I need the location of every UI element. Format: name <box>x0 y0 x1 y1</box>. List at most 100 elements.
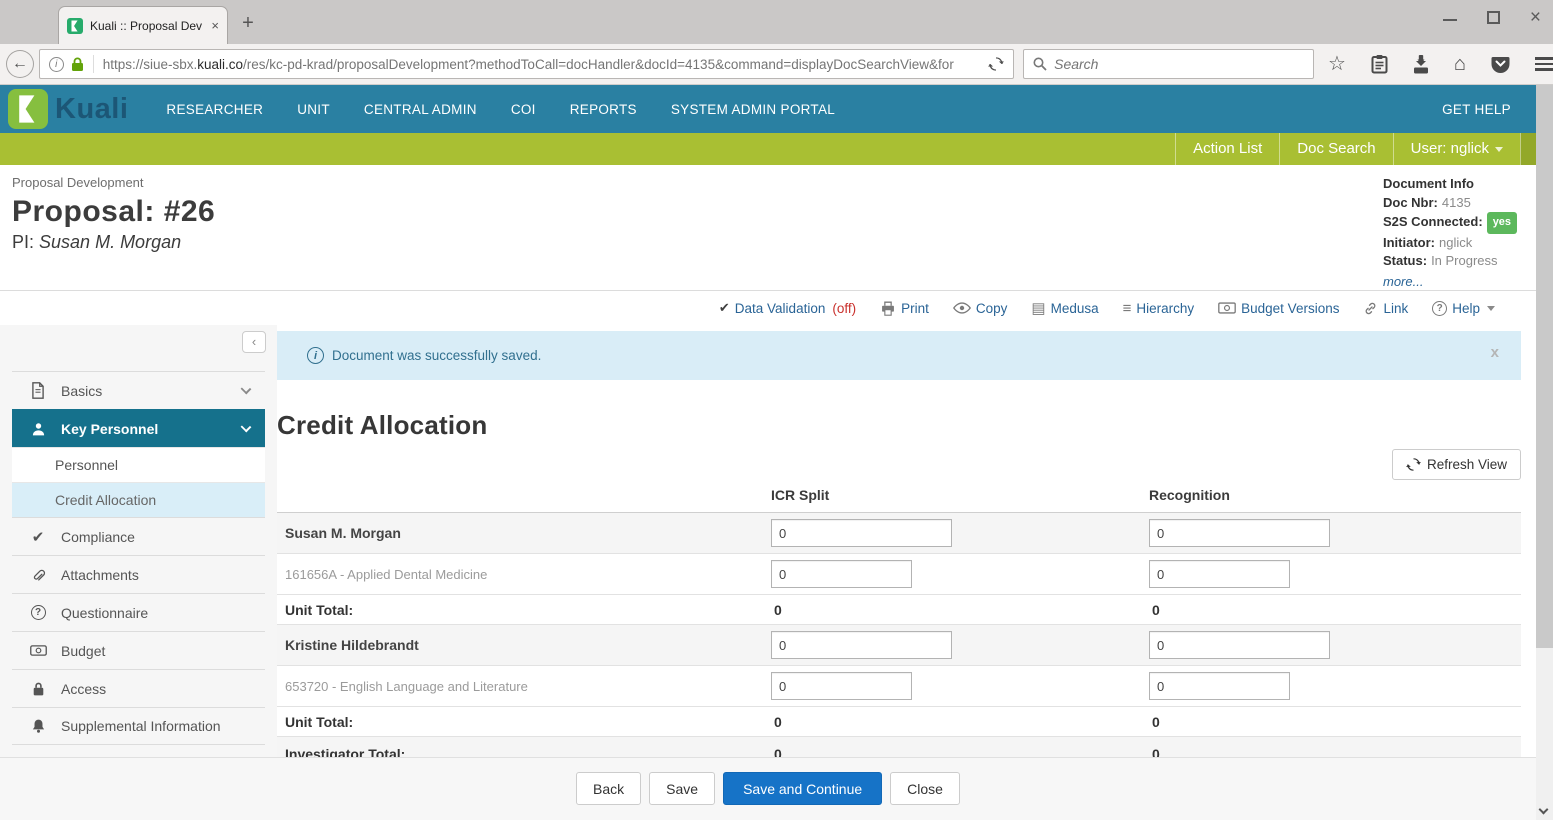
help-menu[interactable]: ? Help <box>1432 301 1495 316</box>
user-menu[interactable]: User: nglick <box>1393 133 1520 165</box>
table-row-unit-total: Unit Total: 0 0 <box>277 706 1521 736</box>
sidebar-item-credit-allocation[interactable]: Credit Allocation <box>12 482 265 517</box>
save-button[interactable]: Save <box>649 772 715 805</box>
nav-unit[interactable]: UNIT <box>297 102 330 117</box>
recognition-input[interactable] <box>1149 560 1290 588</box>
initiator-row: Initiator:nglick <box>1383 234 1517 253</box>
icr-split-input[interactable] <box>771 560 912 588</box>
pocket-icon[interactable] <box>1491 55 1510 74</box>
s2s-status-badge: yes <box>1487 212 1517 234</box>
person-icon <box>29 421 47 437</box>
info-icon: i <box>307 347 324 364</box>
paperclip-icon <box>29 567 47 583</box>
table-header: ICR Split Recognition <box>277 483 1521 512</box>
sidebar-item-key-personnel[interactable]: Key Personnel <box>12 409 265 447</box>
sidebar-item-compliance[interactable]: ✔ Compliance <box>12 517 265 555</box>
home-icon[interactable]: ⌂ <box>1454 54 1466 74</box>
banknote-icon <box>29 645 47 656</box>
hierarchy-icon: ≡ <box>1123 301 1132 316</box>
document-info-panel: Document Info Doc Nbr:4135 S2S Connected… <box>1383 175 1517 291</box>
chevron-down-icon <box>241 422 252 433</box>
nav-central-admin[interactable]: CENTRAL ADMIN <box>364 102 477 117</box>
recognition-input[interactable] <box>1149 672 1290 700</box>
window-maximize-button[interactable] <box>1487 11 1500 24</box>
tab-close-icon[interactable]: × <box>211 19 219 32</box>
tab-title: Kuali :: Proposal Developme <box>90 19 202 33</box>
footer-action-bar: Back Save Save and Continue Close <box>0 757 1536 820</box>
chevron-down-icon <box>241 384 252 395</box>
menu-icon[interactable] <box>1535 57 1553 71</box>
sidebar-item-budget[interactable]: Budget <box>12 631 265 669</box>
refresh-view-button[interactable]: Refresh View <box>1392 449 1521 480</box>
kuali-navbar: Kuali RESEARCHER UNIT CENTRAL ADMIN COI … <box>0 85 1536 133</box>
lock-icon <box>29 681 47 697</box>
budget-versions-link[interactable]: Budget Versions <box>1218 301 1339 316</box>
search-input[interactable] <box>1054 56 1284 72</box>
alert-close-button[interactable]: x <box>1491 344 1499 361</box>
kuali-logo[interactable] <box>8 89 48 129</box>
nav-system-admin-portal[interactable]: SYSTEM ADMIN PORTAL <box>671 102 835 117</box>
status-row: Status:In Progress <box>1383 252 1517 271</box>
recognition-input[interactable] <box>1149 631 1330 659</box>
eye-icon <box>953 302 971 314</box>
link-link[interactable]: Link <box>1363 301 1408 316</box>
kuali-favicon-icon <box>67 18 83 34</box>
nav-reports[interactable]: REPORTS <box>570 102 637 117</box>
search-box[interactable] <box>1023 49 1314 79</box>
sidebar-item-attachments[interactable]: Attachments <box>12 555 265 593</box>
refresh-icon <box>1406 457 1421 472</box>
hierarchy-link[interactable]: ≡Hierarchy <box>1123 301 1195 316</box>
site-info-icon[interactable]: i <box>49 57 64 72</box>
sidebar-item-personnel[interactable]: Personnel <box>12 447 265 482</box>
close-button[interactable]: Close <box>890 772 960 805</box>
bookmark-star-icon[interactable]: ☆ <box>1328 54 1346 74</box>
sidebar-item-basics[interactable]: Basics <box>12 371 265 409</box>
sidebar-collapse-button[interactable]: ‹ <box>242 331 266 353</box>
help-icon: ? <box>1432 301 1447 316</box>
url-divider <box>93 55 94 73</box>
sidebar-item-supplemental-information[interactable]: Supplemental Information <box>12 707 265 745</box>
scrollbar-thumb[interactable] <box>1536 85 1553 648</box>
url-bar[interactable]: i https://siue-sbx.kuali.co/res/kc-pd-kr… <box>39 49 1014 79</box>
save-and-continue-button[interactable]: Save and Continue <box>723 772 882 805</box>
browser-tab[interactable]: Kuali :: Proposal Developme × <box>58 6 228 44</box>
sidebar-menu: Basics Key Personnel Personnel <box>12 371 265 745</box>
reload-icon[interactable] <box>988 56 1004 72</box>
copy-link[interactable]: Copy <box>953 301 1008 316</box>
scrollbar-down-arrow[interactable] <box>1539 805 1549 815</box>
bell-icon <box>29 718 47 734</box>
data-validation-link[interactable]: ✔ Data Validation (off) <box>719 300 856 316</box>
reading-list-icon[interactable] <box>1371 54 1388 74</box>
doc-nbr-row: Doc Nbr:4135 <box>1383 194 1517 213</box>
nav-coi[interactable]: COI <box>511 102 536 117</box>
more-link[interactable]: more... <box>1383 273 1517 292</box>
kuali-brand[interactable]: Kuali <box>55 93 128 126</box>
medusa-link[interactable]: ▤Medusa <box>1031 301 1098 316</box>
credit-allocation-table: ICR Split Recognition Susan M. Morgan 16… <box>277 483 1521 770</box>
nav-researcher[interactable]: RESEARCHER <box>166 102 263 117</box>
vertical-scrollbar[interactable] <box>1536 85 1553 820</box>
icr-split-input[interactable] <box>771 631 952 659</box>
back-button[interactable]: Back <box>576 772 641 805</box>
window-minimize-button[interactable] <box>1443 19 1457 21</box>
doc-search-link[interactable]: Doc Search <box>1279 133 1392 165</box>
chevron-down-icon <box>1495 147 1503 152</box>
get-help-link[interactable]: GET HELP <box>1442 102 1511 117</box>
recognition-input[interactable] <box>1149 519 1330 547</box>
sidebar-item-access[interactable]: Access <box>12 669 265 707</box>
window-close-button[interactable]: × <box>1530 8 1541 27</box>
action-list-link[interactable]: Action List <box>1175 133 1279 165</box>
sidebar-item-questionnaire[interactable]: ? Questionnaire <box>12 593 265 631</box>
icr-split-input[interactable] <box>771 519 952 547</box>
icr-split-input[interactable] <box>771 672 912 700</box>
new-tab-button[interactable]: + <box>234 12 262 35</box>
back-button[interactable]: ← <box>6 50 34 78</box>
url-text: https://siue-sbx.kuali.co/res/kc-pd-krad… <box>103 57 954 72</box>
search-icon <box>1033 57 1047 71</box>
downloads-icon[interactable] <box>1413 55 1429 74</box>
main-content: i Document was successfully saved. x Cre… <box>277 325 1536 820</box>
print-link[interactable]: Print <box>880 301 929 316</box>
chevron-down-icon <box>1487 306 1495 311</box>
app-label: Proposal Development <box>12 175 215 190</box>
printer-icon <box>880 301 896 316</box>
